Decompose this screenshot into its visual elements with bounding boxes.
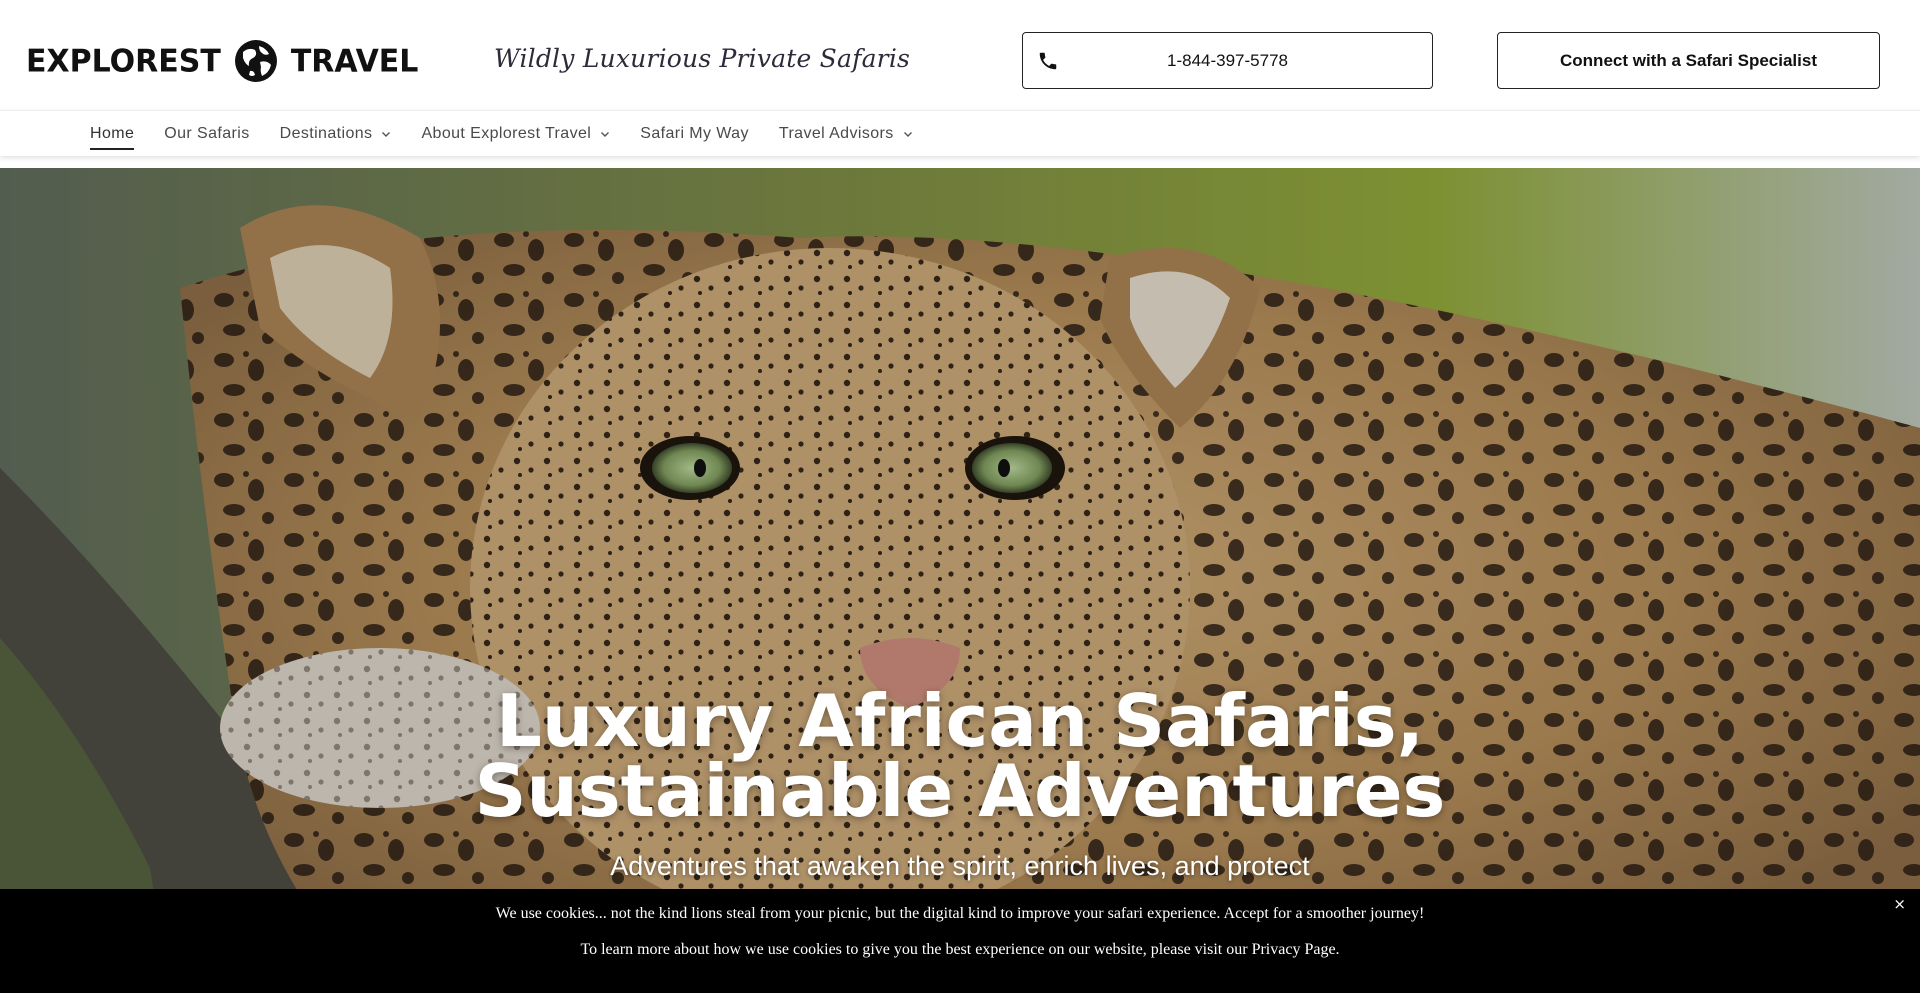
chevron-down-icon: [903, 132, 912, 137]
phone-icon: [1039, 52, 1057, 70]
globe-icon: [234, 40, 277, 82]
nav-item-label: Home: [90, 125, 135, 142]
phone-button[interactable]: 1-844-397-5778: [1022, 32, 1433, 89]
nav-item-label: Destinations: [279, 125, 373, 142]
site-tagline: Wildly Luxurious Private Safaris: [494, 44, 911, 73]
nav-item-home[interactable]: Home: [90, 125, 135, 150]
nav-item-destinations[interactable]: Destinations: [280, 125, 392, 143]
logo-text-left: EXPLOREST: [26, 42, 221, 80]
hero-section: Luxury African Safaris, Sustainable Adve…: [0, 168, 1920, 993]
logo-text-right: TRAVEL: [290, 42, 419, 80]
nav-item-label: Travel Advisors: [778, 125, 894, 142]
site-logo[interactable]: EXPLOREST TRAVEL: [26, 36, 418, 86]
nav-item-our-safaris[interactable]: Our Safaris: [164, 125, 249, 143]
hero-title: Luxury African Safaris, Sustainable Adve…: [0, 685, 1920, 827]
nav-item-safari-my-way[interactable]: Safari My Way: [640, 125, 749, 143]
main-nav: Home Our Safaris Destinations About Expl…: [0, 110, 1920, 156]
hero-subtitle: Adventures that awaken the spirit, enric…: [610, 851, 1310, 881]
chevron-down-icon: [601, 132, 610, 137]
cookie-message: We use cookies... not the kind lions ste…: [495, 905, 1425, 922]
nav-item-label: Our Safaris: [164, 125, 250, 142]
close-icon[interactable]: ×: [1893, 895, 1906, 913]
nav-item-label: About Explorest Travel: [421, 125, 592, 142]
nav-item-label: Safari My Way: [640, 125, 749, 142]
chevron-down-icon: [382, 132, 391, 137]
site-header: EXPLOREST TRAVEL Wildly Luxurious Privat…: [0, 0, 1920, 110]
cookie-banner: We use cookies... not the kind lions ste…: [0, 889, 1920, 993]
connect-specialist-button[interactable]: Connect with a Safari Specialist: [1497, 32, 1880, 89]
cookie-privacy-message: To learn more about how we use cookies t…: [580, 941, 1340, 958]
connect-specialist-label: Connect with a Safari Specialist: [1560, 50, 1817, 70]
hero-title-line2: Sustainable Adventures: [474, 749, 1446, 833]
nav-item-about[interactable]: About Explorest Travel: [421, 125, 610, 143]
nav-item-travel-advisors[interactable]: Travel Advisors: [779, 125, 913, 143]
phone-number: 1-844-397-5778: [1167, 50, 1288, 70]
